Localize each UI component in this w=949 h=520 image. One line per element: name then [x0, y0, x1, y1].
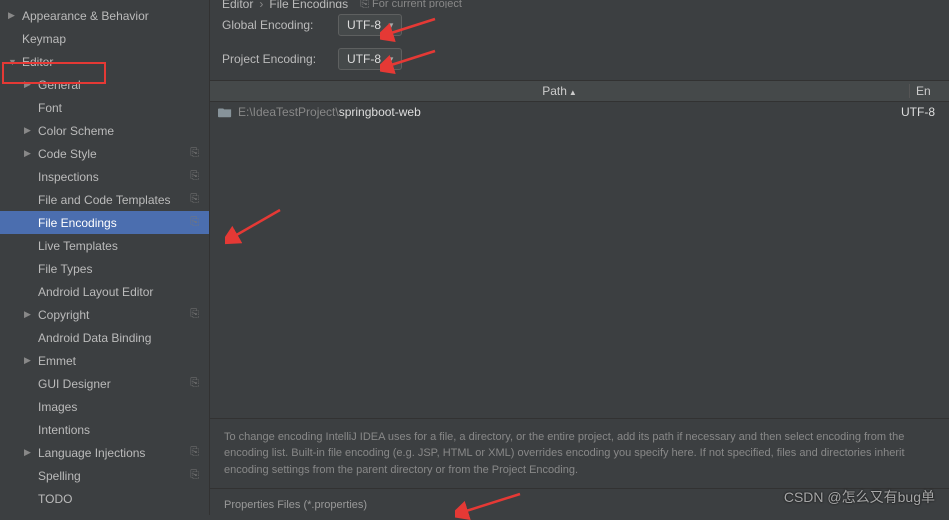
tree-item-intentions[interactable]: Intentions [0, 418, 209, 441]
arrow-right-icon: ▶ [24, 309, 34, 320]
tree-item-keymap[interactable]: Keymap [0, 27, 209, 50]
tree-item-color-scheme[interactable]: ▶ Color Scheme [0, 119, 209, 142]
col-encoding-header[interactable]: En [909, 84, 949, 98]
tree-item-appearance-behavior[interactable]: ▶ Appearance & Behavior [0, 4, 209, 27]
tree-item-editor[interactable]: ▼ Editor [0, 50, 209, 73]
breadcrumb-cat: Editor [222, 0, 253, 8]
tree-item-code-style[interactable]: ▶ Code Style⎘ [0, 142, 209, 165]
scope-badge: ⎘ For current project [354, 0, 462, 8]
arrow-right-icon: ▶ [24, 79, 34, 90]
tree-item-copyright[interactable]: ▶ Copyright⎘ [0, 303, 209, 326]
tree-item-file-and-code-templates[interactable]: File and Code Templates⎘ [0, 188, 209, 211]
tree-item-emmet[interactable]: ▶ Emmet [0, 349, 209, 372]
caret-down-icon: ▼ [387, 21, 395, 30]
tree-item-label: Android Data Binding [38, 331, 209, 345]
tree-item-label: Color Scheme [38, 124, 209, 138]
tree-item-gui-designer[interactable]: GUI Designer⎘ [0, 372, 209, 395]
tree-item-label: File Types [38, 262, 209, 276]
project-scope-icon: ⎘ [190, 216, 199, 229]
encoding-hint: To change encoding IntelliJ IDEA uses fo… [210, 418, 949, 489]
tree-item-font[interactable]: Font [0, 96, 209, 119]
global-encoding-value: UTF-8 [347, 18, 381, 32]
tree-item-label: Copyright [38, 308, 209, 322]
tree-item-label: Font [38, 101, 209, 115]
tree-item-inspections[interactable]: Inspections⎘ [0, 165, 209, 188]
arrow-down-icon: ▼ [8, 57, 18, 67]
tree-item-label: GUI Designer [38, 377, 209, 391]
tree-item-spelling[interactable]: Spelling⎘ [0, 464, 209, 487]
project-encoding-value: UTF-8 [347, 52, 381, 66]
settings-tree[interactable]: ▶ Appearance & Behavior Keymap ▼ Editor ▶ Gene… [0, 0, 210, 515]
tree-item-label: Live Templates [38, 239, 209, 253]
project-scope-icon: ⎘ [190, 377, 199, 390]
path-prefix: E:\IdeaTestProject\ [238, 105, 339, 119]
chevron-right-icon: › [259, 0, 263, 8]
arrow-right-icon: ▶ [24, 447, 34, 458]
encoding-value[interactable]: UTF-8 [901, 105, 949, 119]
project-scope-icon: ⎘ [190, 446, 199, 459]
global-encoding-combo[interactable]: UTF-8 ▼ [338, 14, 402, 36]
main-panel: Editor › File Encodings ⎘ For current pr… [210, 0, 949, 515]
tree-item-label: Emmet [38, 354, 209, 368]
tree-item-label: Android Layout Editor [38, 285, 209, 299]
tree-item-label: File and Code Templates [38, 193, 209, 207]
project-encoding-label: Project Encoding: [222, 52, 330, 66]
tree-item-label: Keymap [22, 32, 209, 46]
arrow-right-icon: ▶ [24, 355, 34, 366]
encoding-table-header: Path▲ En [210, 80, 949, 102]
tree-item-general[interactable]: ▶ General [0, 73, 209, 96]
path-name: springboot-web [339, 105, 421, 119]
properties-files-section-title: Properties Files (*.properties) [210, 488, 949, 515]
project-encoding-combo[interactable]: UTF-8 ▼ [338, 48, 402, 70]
tree-item-label: Code Style [38, 147, 209, 161]
tree-item-label: Inspections [38, 170, 209, 184]
tree-item-label: Language Injections [38, 446, 209, 460]
arrow-right-icon: ▶ [8, 10, 18, 21]
arrow-right-icon: ▶ [24, 125, 34, 136]
project-scope-icon: ⎘ [190, 469, 199, 482]
tree-item-images[interactable]: Images [0, 395, 209, 418]
project-scope-icon: ⎘ [190, 308, 199, 321]
table-row[interactable]: E:\IdeaTestProject\springboot-web UTF-8 [210, 102, 949, 122]
tree-item-file-encodings[interactable]: File Encodings⎘ [0, 211, 209, 234]
tree-item-label: Spelling [38, 469, 209, 483]
encoding-table-body[interactable]: E:\IdeaTestProject\springboot-web UTF-8 [210, 102, 949, 418]
global-encoding-label: Global Encoding: [222, 18, 330, 32]
tree-item-label: File Encodings [38, 216, 209, 230]
sort-asc-icon: ▲ [569, 88, 577, 97]
tree-item-android-layout-editor[interactable]: Android Layout Editor [0, 280, 209, 303]
tree-item-label: Editor [22, 55, 209, 69]
project-scope-icon: ⎘ [190, 170, 199, 183]
tree-item-label: Images [38, 400, 209, 414]
arrow-right-icon: ▶ [24, 148, 34, 159]
tree-item-language-injections[interactable]: ▶ Language Injections⎘ [0, 441, 209, 464]
tree-item-file-types[interactable]: File Types [0, 257, 209, 280]
project-scope-icon: ⎘ [190, 147, 199, 160]
breadcrumb-page: File Encodings [269, 0, 348, 8]
breadcrumb: Editor › File Encodings ⎘ For current pr… [210, 0, 949, 8]
project-scope-icon: ⎘ [190, 193, 199, 206]
tree-item-label: TODO [38, 492, 209, 506]
tree-item-todo[interactable]: TODO [0, 487, 209, 510]
tree-item-label: Appearance & Behavior [22, 9, 209, 23]
tree-item-label: Intentions [38, 423, 209, 437]
tree-item-android-data-binding[interactable]: Android Data Binding [0, 326, 209, 349]
tree-item-label: General [38, 78, 209, 92]
folder-icon [218, 106, 232, 118]
caret-down-icon: ▼ [387, 55, 395, 64]
col-path-header[interactable]: Path▲ [210, 84, 909, 98]
tree-item-live-templates[interactable]: Live Templates [0, 234, 209, 257]
